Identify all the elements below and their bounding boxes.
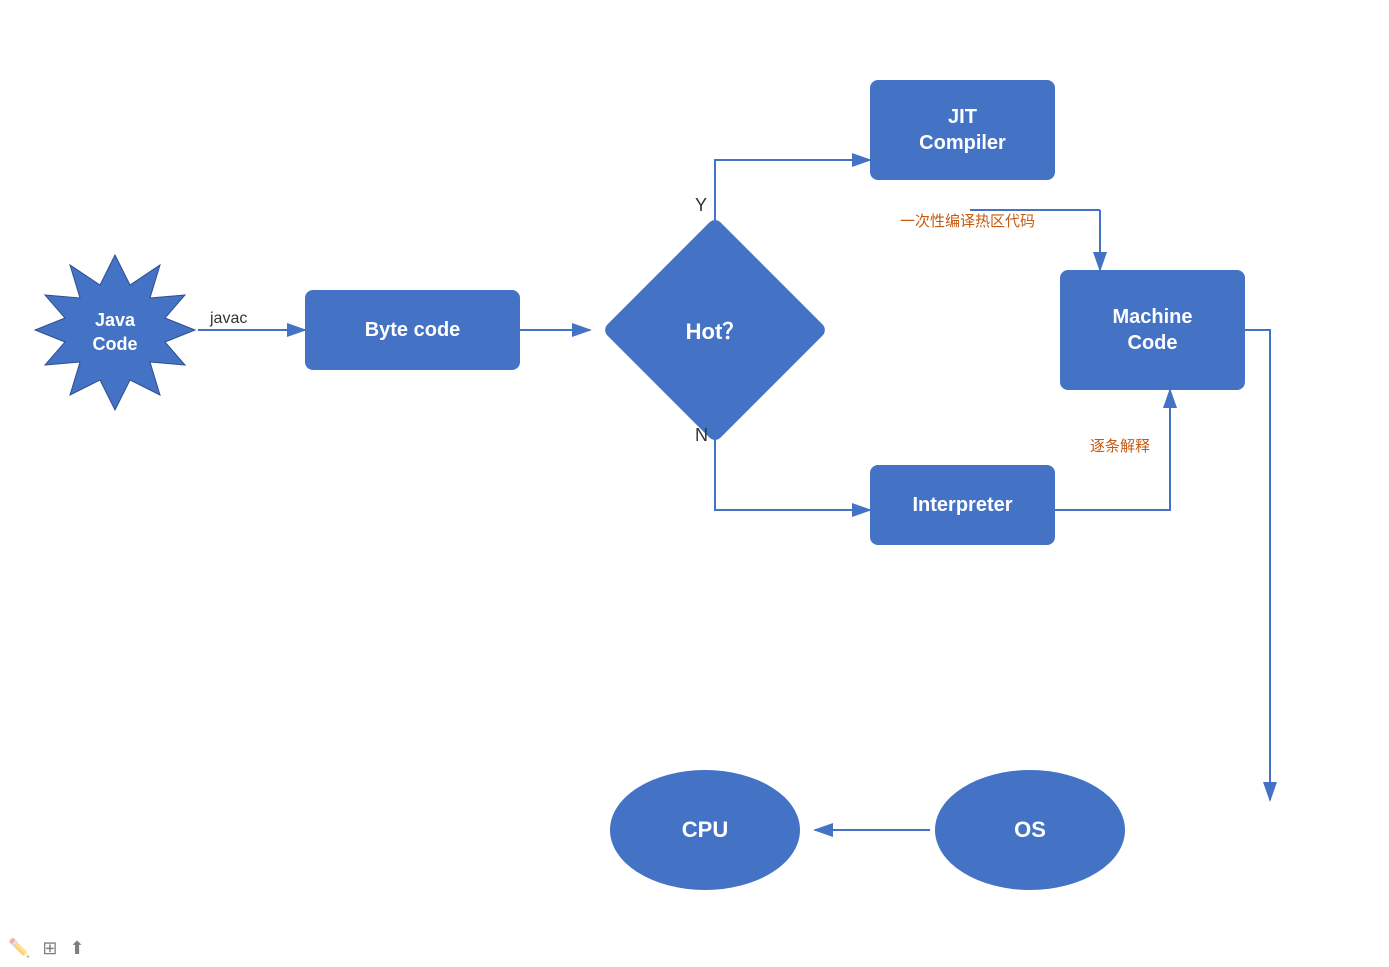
hot-decision-label: Hot？ bbox=[686, 314, 745, 346]
export-icon[interactable]: ⬆ bbox=[70, 938, 85, 959]
java-code-label: Java Code bbox=[93, 309, 138, 356]
javac-label: javac bbox=[210, 310, 247, 328]
machine-code-node: Machine Code bbox=[1060, 270, 1245, 390]
diagram: Java Code javac Byte code Hot？ Y N JIT C… bbox=[0, 0, 1389, 967]
cpu-node: CPU bbox=[610, 770, 800, 890]
interpreter-node: Interpreter bbox=[870, 465, 1055, 545]
byte-code-node: Byte code bbox=[305, 290, 520, 370]
jit-note-label: 一次性编译热区代码 bbox=[900, 210, 1035, 231]
java-code-node: Java Code bbox=[30, 250, 200, 415]
os-node: OS bbox=[935, 770, 1125, 890]
jit-compiler-node: JIT Compiler bbox=[870, 80, 1055, 180]
pencil-icon[interactable]: ✏️ bbox=[8, 938, 30, 959]
yes-label: Y bbox=[695, 195, 707, 216]
grid-icon[interactable]: ⊞ bbox=[42, 938, 57, 959]
hot-decision-node: Hot？ bbox=[590, 250, 840, 410]
no-label: N bbox=[695, 425, 708, 446]
interp-note-label: 逐条解释 bbox=[1090, 435, 1150, 456]
toolbar: ✏️ ⊞ ⬆ bbox=[8, 938, 85, 959]
